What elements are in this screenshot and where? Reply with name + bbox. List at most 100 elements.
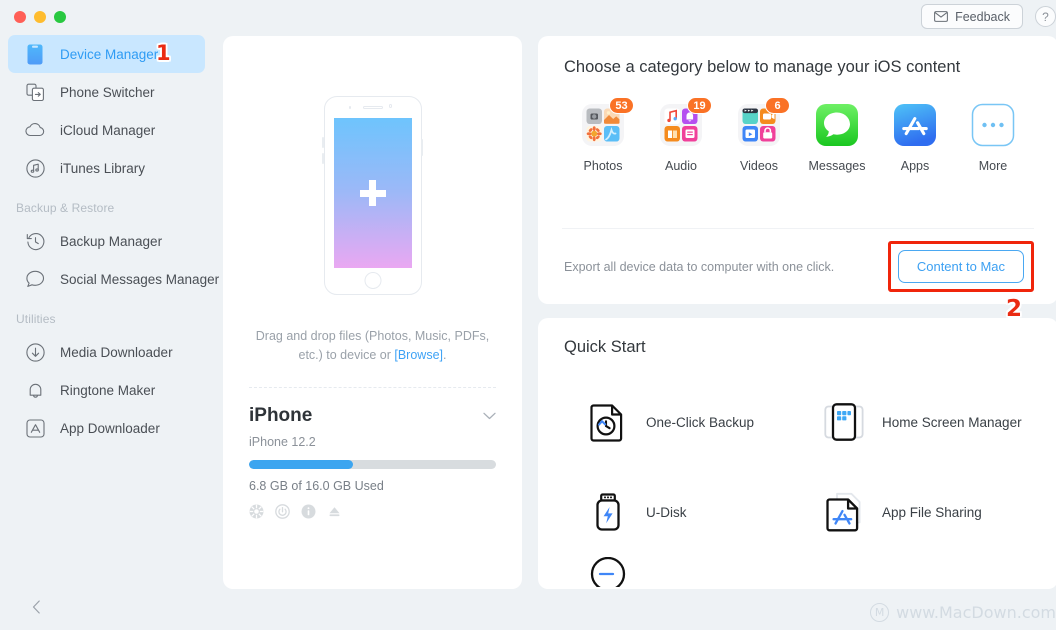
sidebar-item-label: iCloud Manager [60,122,156,138]
category-messages[interactable]: Messages [798,103,876,173]
appstore-icon [893,103,937,147]
device-os-version: iPhone 12.2 [249,435,316,449]
phone-volume-up-button [322,137,324,148]
music-note-icon [24,157,46,179]
sidebar: Device Manager 1 Phone Switcher iCloud M… [0,0,219,630]
main-area: Feedback ? Drag and drop files (Photos, … [213,0,1056,630]
maximize-window-button[interactable] [54,11,66,23]
category-label: Apps [900,159,930,173]
phone-screen [333,118,412,268]
power-icon[interactable] [275,504,290,519]
quick-item-label: One-Click Backup [646,414,755,430]
category-apps[interactable]: Apps [876,103,954,173]
quick-item-u-disk[interactable]: U-Disk [562,467,798,557]
sidebar-item-label: iTunes Library [60,160,146,176]
sidebar-item-media-downloader[interactable]: Media Downloader [8,333,205,371]
quick-item-one-click-backup[interactable]: One-Click Backup [562,377,798,467]
sidebar-item-label: Device Manager [60,46,159,62]
category-videos[interactable]: 6 Videos [720,97,798,173]
usb-drive-icon [588,492,628,532]
app-file-icon [824,492,864,532]
sidebar-item-app-downloader[interactable]: App Downloader [8,409,205,447]
photos-folder-icon: 53 [581,97,634,147]
backup-file-icon [588,402,628,442]
annotation-marker-1: 1 [156,41,171,65]
plus-icon [359,180,386,206]
videos-count-badge: 6 [765,97,790,114]
category-photos[interactable]: 53 Photos [564,97,642,173]
feedback-button[interactable]: Feedback [921,4,1023,29]
sidebar-item-icloud-manager[interactable]: iCloud Manager [8,111,205,149]
sidebar-item-label: Backup Manager [60,233,163,249]
phone-camera-icon [388,104,392,108]
sidebar-group-backup-restore: Backup & Restore [16,201,115,215]
help-label: ? [1042,9,1049,24]
device-name: iPhone [249,405,313,426]
content-to-mac-button[interactable]: Content to Mac [897,250,1024,283]
sidebar-item-ringtone-maker[interactable]: Ringtone Maker [8,371,205,409]
category-row: 53 Photos 19 Audio 6 Videos Messages App… [562,77,1034,173]
partial-circle-icon [588,557,628,587]
storage-bar [249,460,496,469]
minimize-window-button[interactable] [34,11,46,23]
phone-home-button-icon [364,272,381,289]
sidebar-collapse-button[interactable] [26,597,46,617]
quick-item-label: Home Screen Manager [882,414,1022,430]
storage-bar-fill [249,460,353,469]
category-card: Choose a category below to manage your i… [538,36,1056,304]
sidebar-item-backup-manager[interactable]: Backup Manager [8,222,205,260]
info-icon[interactable] [301,504,316,519]
quick-item-partial[interactable] [562,557,798,587]
sidebar-item-label: Phone Switcher [60,84,155,100]
close-window-button[interactable] [14,11,26,23]
quick-item-home-screen-manager[interactable]: Home Screen Manager [798,377,1034,467]
drag-drop-hint: Drag and drop files (Photos, Music, PDFs… [249,295,496,365]
sidebar-item-itunes-library[interactable]: iTunes Library [8,149,205,187]
category-audio[interactable]: 19 Audio [642,97,720,173]
sidebar-item-label: Media Downloader [60,344,173,360]
help-button[interactable]: ? [1035,6,1056,27]
annotation-marker-2-wrap: 2 [1006,298,1022,321]
content-to-mac-wrapper: Content to Mac [887,241,1034,292]
sidebar-nav: Device Manager 1 Phone Switcher iCloud M… [0,33,219,447]
watermark-text: www.MacDown.com [896,603,1056,622]
sidebar-item-phone-switcher[interactable]: Phone Switcher [8,73,205,111]
chat-bubble-icon [24,268,46,290]
browse-link[interactable]: [Browse] [394,348,443,362]
device-selector-chevron[interactable] [483,409,496,423]
phone-icon [24,43,46,65]
sidebar-group-utilities: Utilities [16,312,56,326]
category-label: Messages [808,159,866,173]
quick-item-label: U-Disk [646,504,687,520]
bell-icon [24,379,46,401]
phone-volume-down-button [322,153,324,164]
window-traffic-lights [0,0,213,33]
refresh-icon[interactable] [249,504,264,519]
home-screen-icon [824,402,864,442]
audio-count-badge: 19 [687,97,712,114]
device-panel: Drag and drop files (Photos, Music, PDFs… [223,36,522,589]
category-title: Choose a category below to manage your i… [564,58,961,76]
chevron-left-icon [32,600,40,614]
right-column: Choose a category below to manage your i… [538,36,1056,589]
category-more[interactable]: More [954,103,1032,173]
watermark: M www.MacDown.com [870,603,1056,622]
quick-item-app-file-sharing[interactable]: App File Sharing [798,467,1034,557]
category-label: More [978,159,1008,173]
feedback-label: Feedback [955,9,1010,24]
drop-hint-line2-pre: etc.) to device or [298,348,395,362]
phone-mockup[interactable] [249,36,496,295]
sidebar-item-device-manager[interactable]: Device Manager 1 [8,35,205,73]
annotation-marker-2: 2 [1005,296,1022,322]
content-area: Drag and drop files (Photos, Music, PDFs… [213,33,1056,589]
device-action-row [249,493,496,519]
messages-icon [815,103,859,147]
eject-icon[interactable] [327,504,342,519]
sidebar-item-label: App Downloader [60,420,160,436]
top-bar: Feedback ? [213,0,1056,33]
drop-hint-line2-post: . [443,348,447,362]
sidebar-item-social-messages-manager[interactable]: Social Messages Manager [8,260,219,298]
phone-sensor-icon [348,106,351,109]
phone-speaker-icon [362,106,383,109]
watermark-logo: M [870,603,890,622]
